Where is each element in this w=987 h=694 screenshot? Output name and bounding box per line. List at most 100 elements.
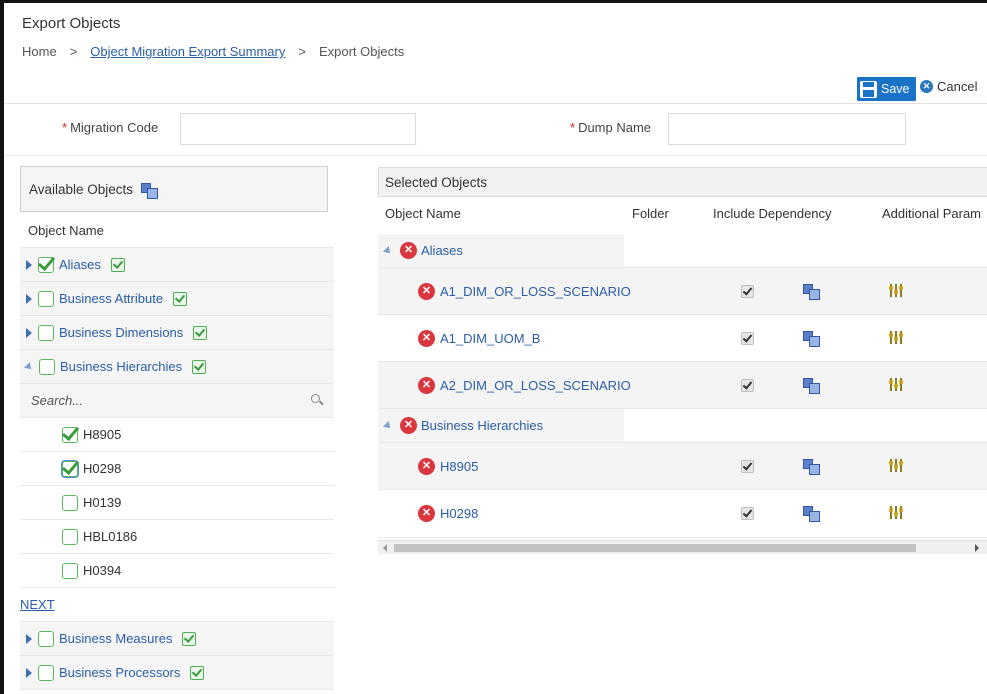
breadcrumb-separator: > [69,44,78,59]
selected-row: ✕ A1_DIM_OR_LOSS_SCENARIO [378,268,987,315]
col-include-dependency: Include Dependency [713,206,832,221]
include-dependency-checkbox[interactable] [741,507,754,520]
selected-objects-header: Selected Objects [378,167,987,197]
tree-item-business-hierarchies[interactable]: Business Hierarchies [20,350,334,384]
checkbox[interactable] [62,426,78,443]
divider [4,103,987,104]
checkbox[interactable] [38,290,54,307]
remove-icon[interactable]: ✕ [400,242,417,259]
select-all-icon[interactable] [182,631,197,646]
select-all-icon[interactable] [190,665,205,680]
parameters-icon[interactable] [889,377,903,391]
parameters-icon[interactable] [889,283,903,297]
breadcrumb-current: Export Objects [318,44,405,59]
save-label: Save [881,82,910,96]
breadcrumb-home[interactable]: Home [22,44,57,59]
scrollbar-thumb[interactable] [394,544,916,552]
tree-item-business-dimensions[interactable]: Business Dimensions [20,316,334,350]
remove-icon[interactable]: ✕ [418,458,435,475]
selected-row: ✕ A2_DIM_OR_LOSS_SCENARIO [378,362,987,409]
checkbox[interactable] [38,324,54,341]
select-all-icon[interactable] [193,325,208,340]
dependency-icon[interactable] [803,506,820,522]
hierarchy-icon[interactable] [140,183,158,200]
checkbox[interactable] [62,460,78,477]
expand-icon[interactable] [26,293,32,304]
expand-icon[interactable] [26,327,32,338]
migration-code-label: * Migration Code [62,120,159,135]
include-dependency-checkbox[interactable] [741,460,754,473]
tree-child-item[interactable]: H8905 [20,418,334,452]
remove-icon[interactable]: ✕ [400,417,417,434]
select-all-icon[interactable] [110,257,125,272]
cancel-button[interactable]: ✕ Cancel [920,79,977,94]
expand-icon[interactable] [26,259,32,270]
dependency-icon[interactable] [803,459,820,475]
checkbox[interactable] [38,664,54,681]
floppy-icon [860,80,877,98]
remove-icon[interactable]: ✕ [418,505,435,522]
tree-child-item[interactable]: H0394 [20,554,334,588]
expand-icon[interactable] [26,633,32,644]
remove-icon[interactable]: ✕ [418,377,435,394]
collapse-icon[interactable] [383,245,393,256]
next-link[interactable]: NEXT [20,597,55,612]
col-folder: Folder [632,206,669,221]
dump-name-label: * Dump Name [570,120,652,135]
save-button[interactable]: Save [857,77,916,101]
next-row: NEXT [20,588,334,622]
remove-icon[interactable]: ✕ [418,283,435,300]
divider [4,155,987,156]
checkbox[interactable] [62,562,78,579]
collapse-icon[interactable] [24,361,34,372]
dependency-icon[interactable] [803,284,820,300]
select-all-icon[interactable] [192,359,207,374]
dump-name-input[interactable] [668,113,906,145]
include-dependency-checkbox[interactable] [741,379,754,392]
scroll-right-icon[interactable] [975,544,979,552]
page-title: Export Objects [22,15,121,32]
breadcrumb-summary-link[interactable]: Object Migration Export Summary [90,44,285,59]
column-header: Object Name [20,214,334,248]
checkbox[interactable] [62,528,78,545]
parameters-icon[interactable] [889,330,903,344]
tree-item-business-attribute[interactable]: Business Attribute [20,282,334,316]
checkbox[interactable] [39,358,55,375]
tree-child-item[interactable]: HBL0186 [20,520,334,554]
tree-item-business-processors[interactable]: Business Processors [20,656,334,690]
selected-row: ✕ H0298 [378,490,987,538]
checkbox[interactable] [62,494,78,511]
tree-child-item[interactable]: H0139 [20,486,334,520]
select-all-icon[interactable] [173,291,188,306]
selected-row: ✕ H8905 [378,443,987,490]
col-object-name: Object Name [385,206,461,221]
checkbox[interactable] [38,256,54,273]
include-dependency-checkbox[interactable] [741,285,754,298]
checkbox[interactable] [38,630,54,647]
scroll-left-icon[interactable] [383,544,387,552]
migration-code-input[interactable] [180,113,416,145]
search-icon[interactable] [311,394,320,403]
collapse-icon[interactable] [383,420,393,431]
tree-item-aliases[interactable]: Aliases [20,248,334,282]
selected-columns-header: Object Name Folder Include Dependency Ad… [378,200,987,234]
selected-group-aliases[interactable]: ✕ Aliases [378,234,987,268]
parameters-icon[interactable] [889,505,903,519]
dependency-icon[interactable] [803,378,820,394]
search-input[interactable]: Search... [20,384,334,418]
selected-group-business-hierarchies[interactable]: ✕ Business Hierarchies [378,409,987,443]
breadcrumb-separator: > [298,44,306,59]
remove-icon[interactable]: ✕ [418,330,435,347]
available-objects-header: Available Objects [20,166,328,212]
horizontal-scrollbar[interactable] [378,540,987,554]
cancel-label: Cancel [937,79,978,94]
dependency-icon[interactable] [803,331,820,347]
include-dependency-checkbox[interactable] [741,332,754,345]
tree-child-item[interactable]: H0298 [20,452,334,486]
tree-item-business-measures[interactable]: Business Measures [20,622,334,656]
parameters-icon[interactable] [889,458,903,472]
cancel-icon: ✕ [920,80,933,93]
col-additional-params: Additional Param [882,206,981,221]
expand-icon[interactable] [26,667,32,678]
selected-row: ✕ A1_DIM_UOM_B [378,315,987,362]
